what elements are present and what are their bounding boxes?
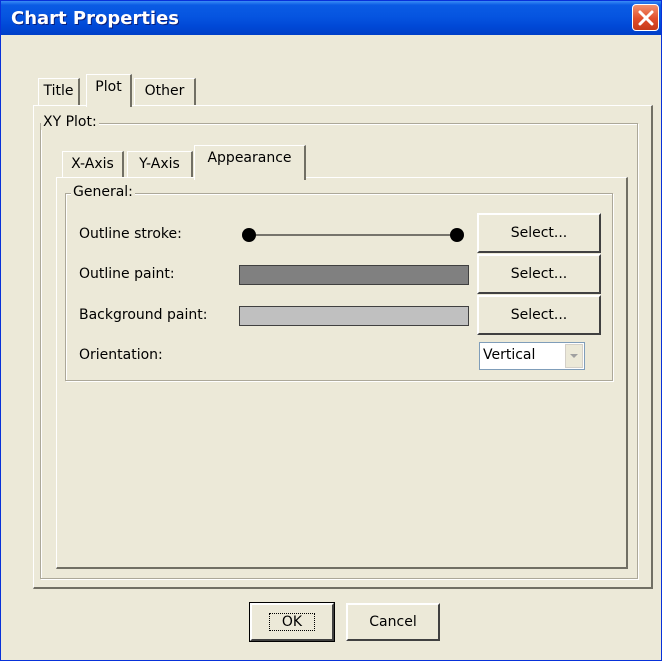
tab-appearance-label: Appearance bbox=[207, 150, 292, 166]
background-paint-select-button[interactable]: Select... bbox=[477, 295, 601, 335]
window-title: Chart Properties bbox=[11, 8, 180, 29]
outline-paint-swatch bbox=[239, 265, 469, 285]
tab-y-axis[interactable]: Y-Axis bbox=[127, 151, 193, 179]
orientation-dropdown-arrow[interactable] bbox=[565, 344, 583, 368]
tab-plot[interactable]: Plot bbox=[86, 74, 132, 107]
close-icon bbox=[638, 10, 654, 26]
chart-properties-dialog: Chart Properties Title Plot Other XY Plo… bbox=[0, 0, 662, 661]
chevron-down-icon bbox=[570, 354, 578, 358]
cancel-button[interactable]: Cancel bbox=[346, 603, 440, 641]
tab-other[interactable]: Other bbox=[134, 78, 196, 106]
background-paint-swatch bbox=[239, 306, 469, 326]
stroke-end-cap bbox=[450, 228, 464, 242]
close-button[interactable] bbox=[632, 4, 659, 31]
tab-title-label: Title bbox=[43, 83, 74, 99]
ok-button-label: OK bbox=[268, 613, 316, 631]
background-paint-label: Background paint: bbox=[79, 307, 208, 323]
xy-plot-group-label: XY Plot: bbox=[41, 114, 99, 130]
tab-appearance[interactable]: Appearance bbox=[194, 145, 306, 180]
orientation-value: Vertical bbox=[483, 347, 536, 363]
outline-paint-label: Outline paint: bbox=[79, 266, 175, 282]
tab-y-axis-label: Y-Axis bbox=[139, 156, 180, 172]
tab-plot-label: Plot bbox=[95, 79, 122, 95]
tab-x-axis[interactable]: X-Axis bbox=[62, 151, 124, 179]
outline-stroke-preview bbox=[242, 228, 464, 242]
outline-paint-select-button[interactable]: Select... bbox=[477, 254, 601, 294]
orientation-label: Orientation: bbox=[79, 347, 163, 363]
tab-x-axis-label: X-Axis bbox=[71, 156, 114, 172]
tab-title[interactable]: Title bbox=[38, 78, 80, 106]
general-group-label: General: bbox=[71, 184, 135, 200]
title-bar[interactable]: Chart Properties bbox=[1, 1, 661, 35]
orientation-select[interactable]: Vertical bbox=[479, 342, 585, 370]
tab-other-label: Other bbox=[144, 83, 185, 99]
stroke-start-cap bbox=[242, 228, 256, 242]
outline-stroke-select-button[interactable]: Select... bbox=[477, 213, 601, 253]
ok-button[interactable]: OK bbox=[249, 602, 335, 642]
outline-stroke-label: Outline stroke: bbox=[79, 226, 182, 242]
